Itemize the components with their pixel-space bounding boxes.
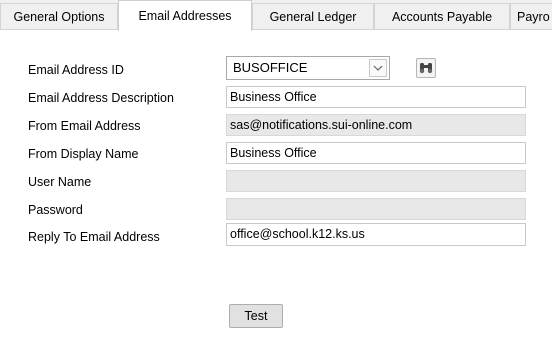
test-button[interactable]: Test xyxy=(229,304,283,328)
from-email-address-field: sas@notifications.sui-online.com xyxy=(226,114,526,136)
tab-payroll[interactable]: Payro xyxy=(510,3,552,29)
email-address-id-combo[interactable]: BUSOFFICE xyxy=(226,56,390,80)
find-button[interactable] xyxy=(416,58,436,78)
user-name-field xyxy=(226,170,526,192)
email-address-description-field[interactable]: Business Office xyxy=(226,86,526,108)
from-email-address-label: From Email Address xyxy=(28,119,141,133)
binoculars-icon xyxy=(417,63,435,80)
tab-general-ledger[interactable]: General Ledger xyxy=(252,3,374,29)
from-display-name-field[interactable]: Business Office xyxy=(226,142,526,164)
email-address-id-value: BUSOFFICE xyxy=(233,60,308,75)
email-addresses-panel: Email Address ID BUSOFFICE Email Address… xyxy=(0,29,552,340)
chevron-down-icon[interactable] xyxy=(369,59,387,77)
email-address-id-label: Email Address ID xyxy=(28,63,124,77)
from-display-name-label: From Display Name xyxy=(28,147,139,161)
reply-to-email-address-label: Reply To Email Address xyxy=(28,230,160,244)
tab-general-options[interactable]: General Options xyxy=(0,3,118,29)
password-label: Password xyxy=(28,203,83,217)
tab-email-addresses[interactable]: Email Addresses xyxy=(118,0,252,31)
reply-to-email-address-field[interactable]: office@school.k12.ks.us xyxy=(226,223,526,246)
email-address-description-label: Email Address Description xyxy=(28,91,174,105)
user-name-label: User Name xyxy=(28,175,92,189)
tab-accounts-payable[interactable]: Accounts Payable xyxy=(374,3,510,29)
password-field xyxy=(226,198,526,220)
tab-strip: General Options Email Addresses General … xyxy=(0,0,552,31)
